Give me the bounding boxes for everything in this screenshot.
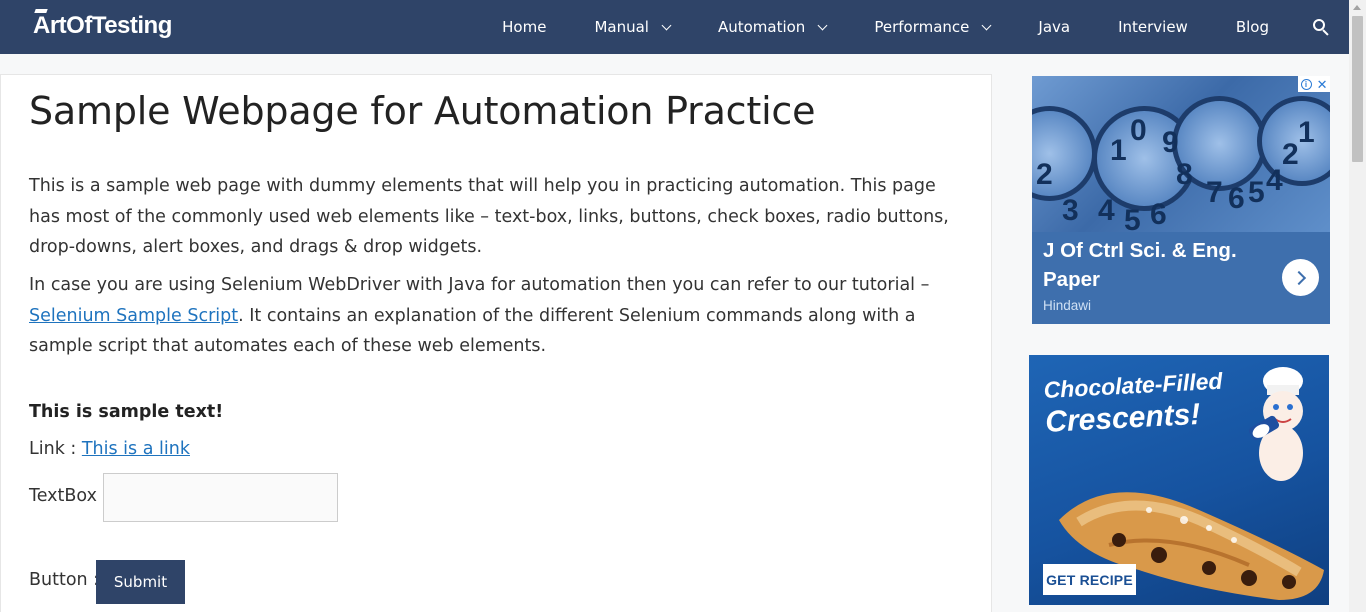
ad-crescents-headline-line2: Crescents! [1044,397,1202,439]
scroll-up-arrow-icon[interactable] [1353,5,1361,10]
main-content: Sample Webpage for Automation Practice T… [0,74,992,612]
ad-crescents-headline: Chocolate-Filled Crescents! [1043,368,1225,440]
tutorial-paragraph: In case you are using Selenium WebDriver… [29,270,969,362]
ad-journal[interactable]: 2 3 1 0 9 8 4 5 6 7 6 5 4 2 1 i ✕ J Of C… [1032,76,1330,324]
ad-next-button[interactable] [1282,259,1319,296]
ad-journal-source: Hindawi [1043,298,1092,313]
textbox-label: TextBox : [29,486,109,506]
link-label: Link : [29,439,82,459]
nav-blog-label: Blog [1235,18,1269,36]
get-recipe-button[interactable]: GET RECIPE [1043,564,1136,595]
chevron-down-icon [661,20,672,30]
site-header: ArtOfTesting Home Manual Automation Perf… [0,0,1349,54]
chevron-right-icon [1291,270,1306,285]
nav-automation-label: Automation [717,18,806,36]
sample-textbox[interactable] [103,473,338,522]
logo-text: ArtOfTesting [33,12,172,39]
nav-manual[interactable]: Manual [570,0,694,54]
close-icon[interactable]: ✕ [1317,78,1328,91]
link-row: Link : This is a link [29,439,190,459]
page-title: Sample Webpage for Automation Practice [29,89,816,133]
chevron-down-icon [981,20,992,30]
nav-performance-label: Performance [874,18,970,36]
nav-manual-label: Manual [594,18,649,36]
main-nav: Home Manual Automation Performance Java … [478,0,1349,54]
nav-home-label: Home [502,18,547,36]
info-icon[interactable]: i [1300,78,1312,90]
search-button[interactable] [1293,0,1349,54]
button-label: Button : [29,570,100,590]
ad-crescents[interactable]: Chocolate-Filled Crescents! GET RECIPE [1029,355,1329,605]
nav-blog[interactable]: Blog [1212,0,1293,54]
page-scrollbar[interactable] [1349,0,1366,612]
nav-performance[interactable]: Performance [850,0,1014,54]
ad-journal-title: J Of Ctrl Sci. & Eng. Paper [1043,239,1237,291]
search-icon [1313,19,1329,36]
selenium-sample-script-link[interactable]: Selenium Sample Script [29,306,238,326]
nav-java-label: Java [1038,18,1071,36]
nav-java[interactable]: Java [1014,0,1094,54]
ad-choices-badge[interactable]: i ✕ [1298,76,1330,92]
site-logo[interactable]: ArtOfTesting [33,12,172,40]
nav-interview[interactable]: Interview [1094,0,1212,54]
scroll-thumb[interactable] [1352,16,1363,162]
intro-paragraph: This is a sample web page with dummy ele… [29,176,949,257]
submit-button[interactable]: Submit [96,560,185,604]
nav-home[interactable]: Home [478,0,570,54]
chevron-down-icon [817,20,828,30]
ad-meter-dials-image: 2 3 1 0 9 8 4 5 6 7 6 5 4 2 1 [1032,76,1330,232]
sample-link[interactable]: This is a link [82,439,190,459]
tutorial-text-start: In case you are using Selenium WebDriver… [29,275,930,295]
sample-text: This is sample text! [29,402,224,422]
nav-automation[interactable]: Automation [694,0,850,54]
nav-interview-label: Interview [1118,18,1188,36]
